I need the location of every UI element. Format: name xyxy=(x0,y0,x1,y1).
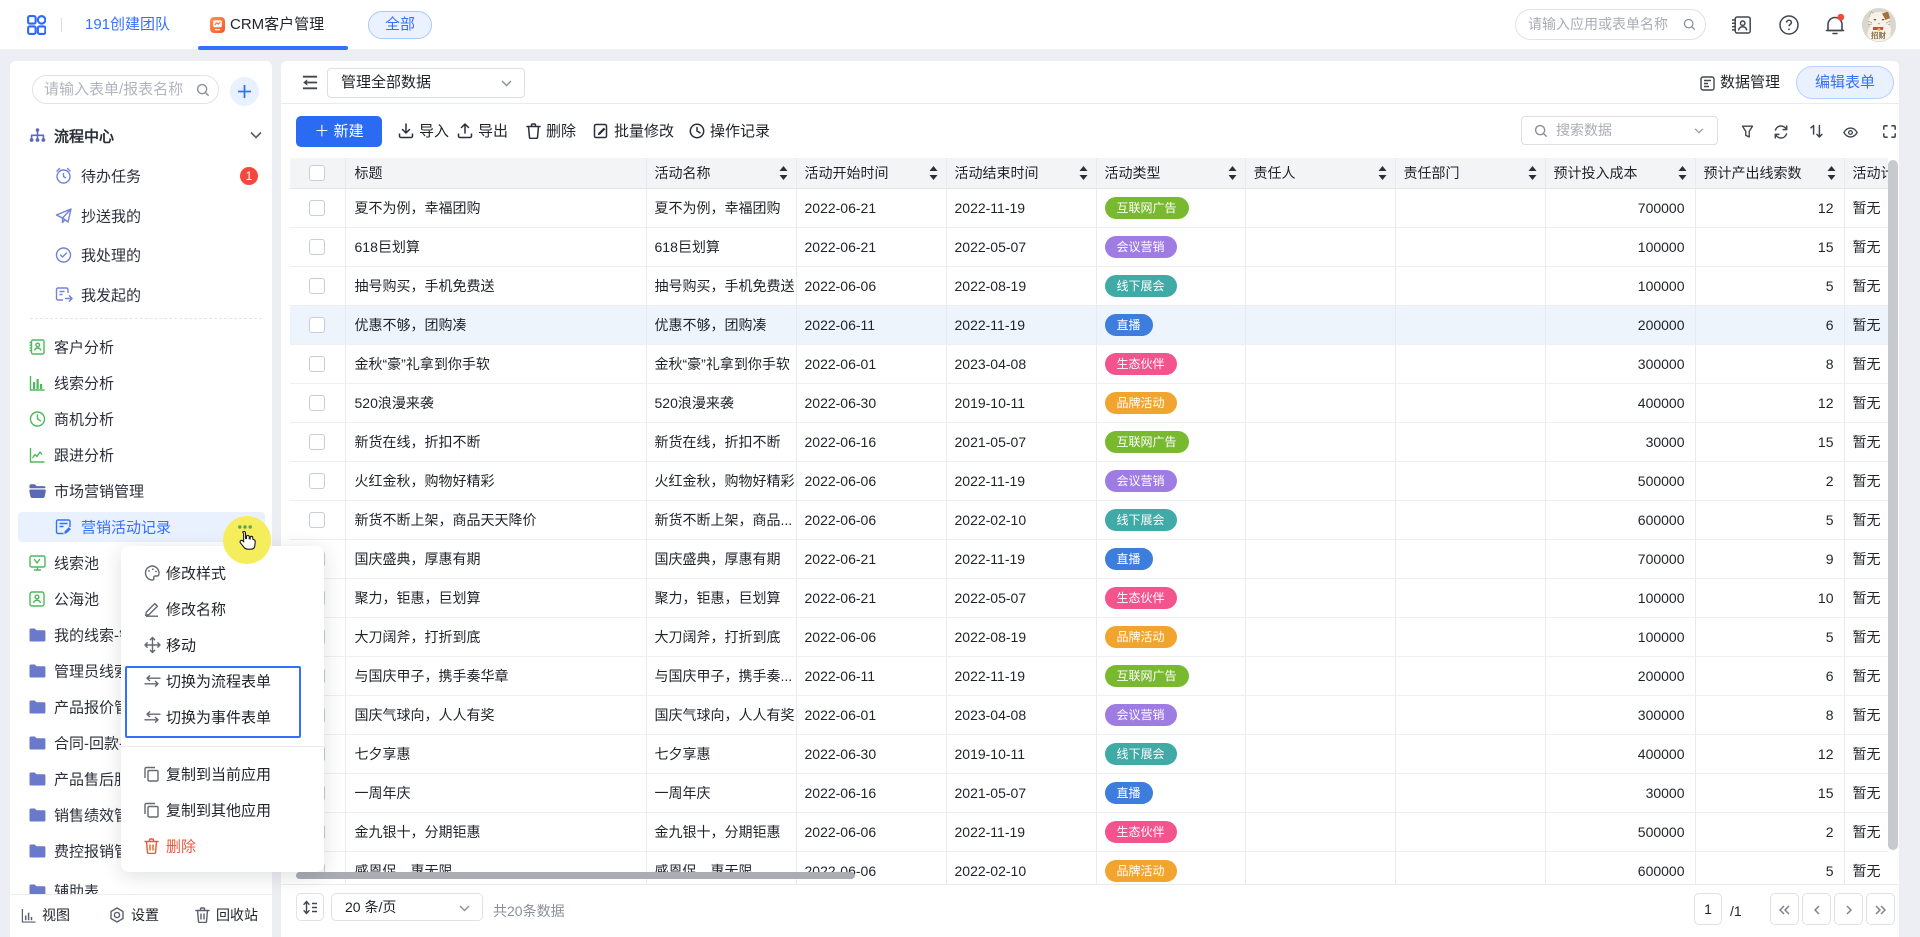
svg-text:招财: 招财 xyxy=(1871,30,1887,40)
